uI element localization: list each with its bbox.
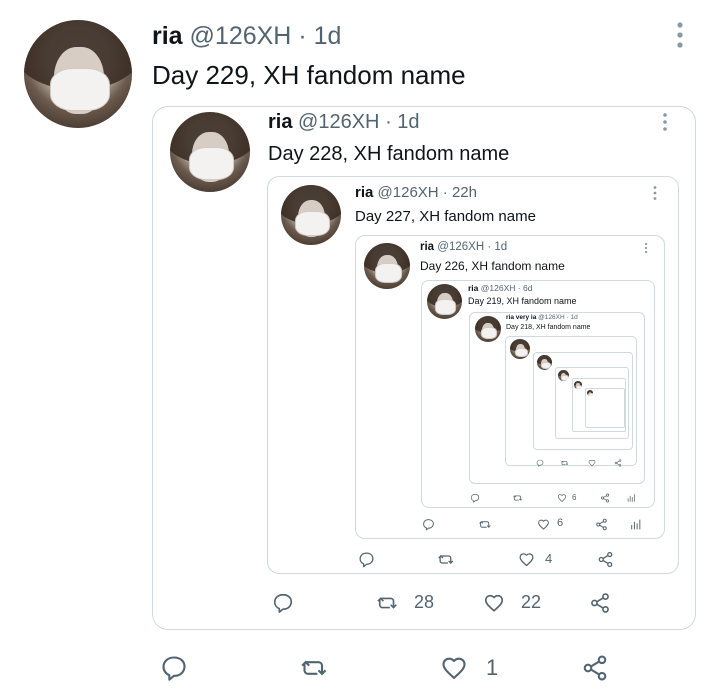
author-handle[interactable]: @126XH [190, 22, 292, 50]
timestamp[interactable]: 22h [452, 184, 477, 201]
author-handle[interactable]: @126XH [437, 241, 484, 253]
quoted-text: Day 227, XH fandom name [355, 208, 536, 225]
author-name[interactable]: ria [355, 184, 373, 201]
avatar [510, 339, 530, 359]
action-count: 6 [572, 493, 577, 503]
avatar[interactable] [475, 316, 501, 342]
tweet-header: ria @126XH · 1d [152, 22, 341, 51]
avatar[interactable] [170, 112, 250, 192]
avatar [574, 381, 582, 389]
timestamp[interactable]: 1d [570, 314, 577, 321]
timestamp[interactable]: 1d [397, 111, 419, 133]
more-icon[interactable] [643, 242, 649, 254]
author-name[interactable]: ria [420, 241, 434, 253]
avatar[interactable] [427, 284, 462, 319]
separator: · [517, 283, 521, 293]
tweet-text: Day 229, XH fandom name [152, 60, 466, 90]
quoted-text: Day 226, XH fandom name [420, 259, 565, 273]
share-icon[interactable] [581, 654, 609, 682]
timestamp[interactable]: 1d [314, 22, 342, 50]
heart-icon[interactable] [557, 493, 567, 503]
reply-icon[interactable] [470, 493, 480, 503]
share-icon[interactable] [597, 551, 614, 568]
more-icon[interactable] [672, 20, 688, 50]
reply-icon[interactable] [358, 551, 375, 568]
share-icon[interactable] [589, 592, 611, 614]
reply-icon[interactable] [272, 592, 294, 614]
reply-icon [536, 459, 544, 467]
retweet-icon [561, 459, 569, 467]
heart-icon[interactable] [440, 654, 468, 682]
action-count: 22 [521, 592, 542, 613]
analytics-icon[interactable] [629, 518, 642, 531]
more-icon[interactable] [660, 112, 670, 132]
heart-icon[interactable] [537, 518, 550, 531]
avatar [587, 390, 593, 396]
author-handle[interactable]: @126XH [538, 314, 564, 321]
quoted-header: ria @126XH · 1d [420, 241, 507, 253]
separator: · [385, 111, 392, 133]
action-count: 6 [557, 517, 564, 530]
analytics-icon[interactable] [626, 493, 636, 503]
heart-icon[interactable] [518, 551, 535, 568]
timestamp[interactable]: 1d [494, 241, 507, 253]
retweet-icon[interactable] [437, 551, 455, 568]
quoted-header: ria very ia @126XH · 1d [506, 314, 578, 321]
author-name[interactable]: ria [152, 22, 183, 50]
author-name[interactable]: ria very ia [506, 314, 536, 321]
avatar [537, 355, 552, 370]
retweet-icon[interactable] [513, 493, 523, 503]
retweet-icon[interactable] [301, 654, 329, 682]
share-icon[interactable] [595, 518, 608, 531]
share-icon[interactable] [600, 493, 610, 503]
retweet-icon[interactable] [478, 518, 492, 531]
heart-icon[interactable] [483, 592, 505, 614]
share-icon [614, 459, 622, 467]
quoted-header: ria @126XH · 6d [468, 283, 532, 293]
separator: · [298, 22, 307, 50]
separator: · [487, 241, 492, 253]
quoted-text: Day 219, XH fandom name [468, 296, 577, 306]
quoted-header: ria @126XH · 1d [268, 111, 420, 134]
author-name[interactable]: ria [268, 111, 292, 133]
action-count: 4 [545, 551, 553, 567]
quoted-text: Day 228, XH fandom name [268, 143, 510, 165]
separator: · [442, 184, 448, 201]
action-count: 1 [486, 654, 499, 680]
action-count: 28 [414, 592, 435, 613]
author-handle[interactable]: @126XH [298, 111, 379, 133]
quoted-text: Day 218, XH fandom name [506, 324, 591, 331]
more-icon[interactable] [651, 185, 659, 201]
reply-icon[interactable] [422, 518, 435, 531]
author-handle[interactable]: @126XH [378, 184, 439, 201]
avatar[interactable] [24, 20, 132, 128]
author-handle[interactable]: @126XH [481, 283, 516, 293]
reply-icon[interactable] [160, 654, 188, 682]
avatar[interactable] [364, 243, 410, 289]
heart-icon [588, 459, 596, 467]
avatar [558, 370, 569, 381]
avatar[interactable] [281, 185, 341, 245]
author-name[interactable]: ria [468, 283, 478, 293]
separator: · [566, 314, 569, 321]
quoted-header: ria @126XH · 22h [355, 184, 477, 201]
retweet-icon[interactable] [377, 592, 399, 614]
timestamp[interactable]: 6d [523, 283, 532, 293]
